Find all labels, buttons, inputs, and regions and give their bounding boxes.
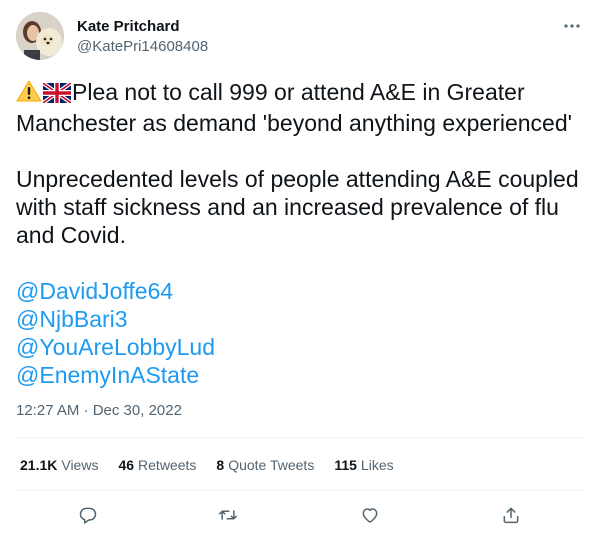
more-icon xyxy=(564,24,580,28)
divider xyxy=(16,437,582,438)
quote-tweets-label: Quote Tweets xyxy=(228,457,315,473)
retweets-stat[interactable]: 46 Retweets xyxy=(118,455,196,475)
author-name[interactable]: Kate Pritchard xyxy=(77,17,180,37)
quote-tweets-count: 8 xyxy=(216,457,225,473)
mention-link[interactable]: @EnemyInAState xyxy=(16,361,582,389)
uk-flag-icon xyxy=(41,81,73,109)
tweet-timestamp[interactable]: 12:27 AM · Dec 30, 2022 xyxy=(16,401,182,421)
share-icon xyxy=(503,507,519,524)
likes-label: Likes xyxy=(360,457,394,473)
tweet-paragraph: Unprecedented levels of people attending… xyxy=(16,166,579,248)
reply-icon xyxy=(79,507,97,524)
mention-link[interactable]: @DavidJoffe64 xyxy=(16,277,582,305)
action-bar xyxy=(0,498,598,532)
tweet-headline-line: Plea not to call 999 or attend A&E in Gr… xyxy=(16,78,582,137)
views-label: Views xyxy=(61,457,99,473)
author-handle[interactable]: @KatePri14608408 xyxy=(77,37,208,57)
like-icon xyxy=(362,508,378,523)
retweets-count: 46 xyxy=(118,457,135,473)
more-options-button[interactable] xyxy=(558,14,586,38)
views-stat[interactable]: 21.1K Views xyxy=(20,455,98,475)
tweet-text: Plea not to call 999 or attend A&E in Gr… xyxy=(16,78,582,389)
retweet-button[interactable] xyxy=(211,498,245,532)
likes-stat[interactable]: 115 Likes xyxy=(334,455,393,475)
tweet-headline: Plea not to call 999 or attend A&E in Gr… xyxy=(16,79,573,136)
quote-tweets-stat[interactable]: 8 Quote Tweets xyxy=(216,455,314,475)
like-button[interactable] xyxy=(353,498,387,532)
likes-count: 115 xyxy=(334,457,357,473)
reply-button[interactable] xyxy=(71,498,105,532)
mention-link[interactable]: @YouAreLobbyLud xyxy=(16,333,582,361)
views-count: 21.1K xyxy=(20,457,58,473)
avatar[interactable] xyxy=(16,12,64,60)
mention-link[interactable]: @NjbBari3 xyxy=(16,305,582,333)
mention-list: @DavidJoffe64 @NjbBari3 @YouAreLobbyLud … xyxy=(16,277,582,389)
divider xyxy=(16,490,582,491)
share-button[interactable] xyxy=(494,498,528,532)
engagement-stats: 21.1K Views 46 Retweets 8 Quote Tweets 115 L… xyxy=(20,455,414,475)
avatar-image xyxy=(16,12,64,60)
retweets-label: Retweets xyxy=(138,457,197,473)
warning-icon xyxy=(16,79,42,109)
retweet-icon xyxy=(218,510,238,520)
